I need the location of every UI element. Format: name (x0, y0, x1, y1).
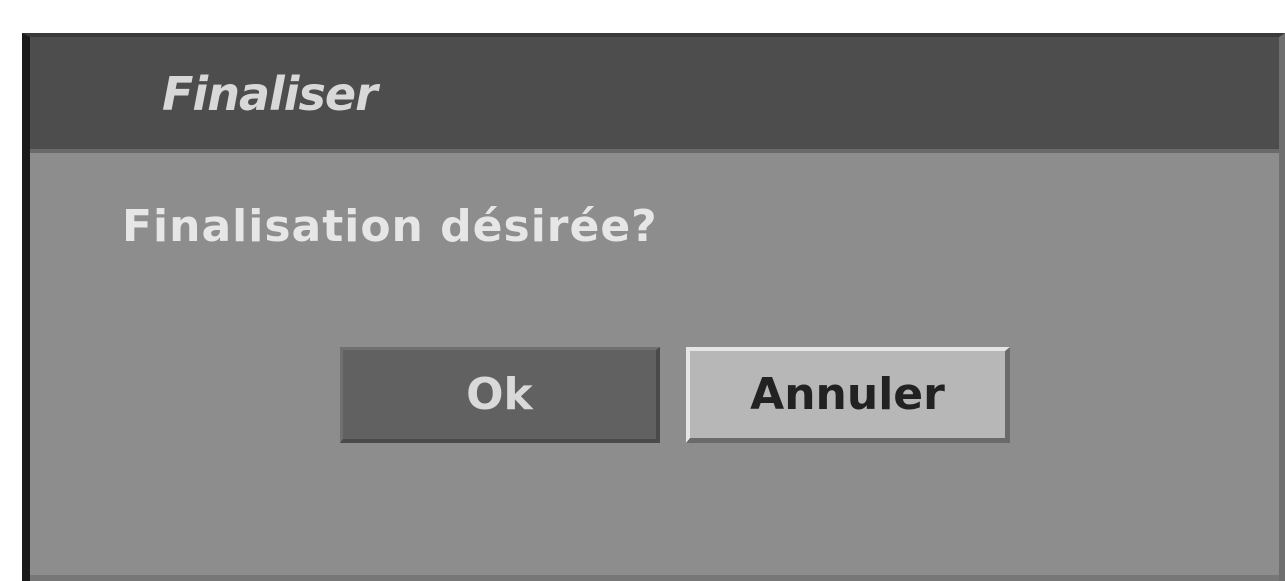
finalize-dialog: Finaliser Finalisation désirée? Ok Annul… (22, 33, 1285, 581)
dialog-message: Finalisation désirée? (122, 201, 658, 252)
ok-button[interactable]: Ok (340, 347, 660, 443)
dialog-titlebar: Finaliser (30, 37, 1279, 153)
dialog-bottom-edge (30, 575, 1279, 581)
dialog-title: Finaliser (162, 67, 378, 121)
cancel-button[interactable]: Annuler (686, 347, 1010, 443)
cancel-button-label: Annuler (750, 369, 945, 420)
ok-button-label: Ok (466, 369, 533, 420)
